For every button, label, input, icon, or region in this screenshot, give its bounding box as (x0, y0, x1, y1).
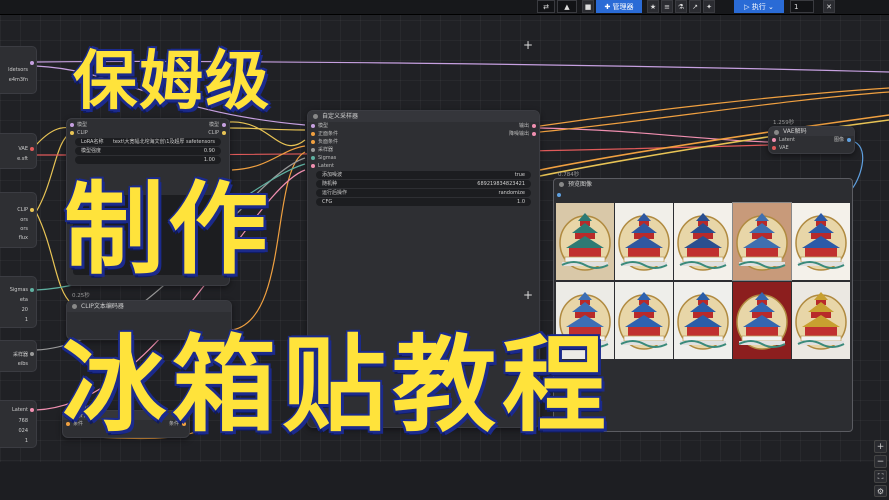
vae-decode-node[interactable]: VAE解码 Latent 图像 VAE (768, 126, 855, 154)
preview-thumbnail[interactable] (732, 202, 792, 281)
sigmas-output-pin[interactable] (30, 288, 34, 292)
overlay-title-line3: 冰箱贴教程 (60, 323, 613, 448)
vae-input-pin[interactable] (772, 146, 776, 150)
node-collapse-icon[interactable] (559, 182, 564, 187)
manager-button[interactable]: ✚ 管理器 (596, 0, 642, 13)
lora-name-widget[interactable]: LoRA名称 text\大宽幅北坨海文创\1及超厚 safetensors (75, 138, 221, 146)
negative-input-pin[interactable] (311, 140, 315, 144)
model-input-pin[interactable] (311, 124, 315, 128)
model-input-pin[interactable] (70, 123, 74, 127)
seed-input[interactable]: 随机种 689219834823421 (316, 180, 531, 188)
fit-view-icon[interactable]: ⛶ (874, 470, 887, 483)
images-input-pin[interactable] (557, 193, 561, 197)
preview-thumbnail[interactable] (733, 282, 791, 359)
zoom-in-button[interactable]: + (874, 440, 887, 453)
node-collapse-icon[interactable] (313, 114, 318, 119)
preview-thumbnail[interactable] (615, 282, 673, 359)
latent-input-pin[interactable] (311, 164, 315, 168)
bookmark-icon[interactable]: ■ (582, 0, 594, 13)
puzzle-icon: ✚ (604, 3, 611, 11)
clip-output-pin[interactable] (222, 131, 226, 135)
sampler-input-pin[interactable] (311, 148, 315, 152)
sampler-output-pin[interactable] (30, 352, 34, 356)
control-after-generate-select[interactable]: 运行后操作 randomize (316, 189, 531, 197)
cfg-input[interactable]: CFG 1.0 (316, 198, 531, 206)
preview-thumbnail[interactable] (674, 203, 732, 280)
stack-icon[interactable]: ≡ (661, 0, 673, 13)
output-pin[interactable] (532, 124, 536, 128)
run-button[interactable]: ▷ 执行 ⌄ (734, 0, 784, 13)
translate-icon[interactable]: ⇄ (537, 0, 555, 13)
settings-gear-icon[interactable]: ⚙ (874, 485, 887, 497)
sigmas-input-pin[interactable] (311, 156, 315, 160)
denoised-output-pin[interactable] (532, 132, 536, 136)
node-collapse-icon[interactable] (774, 130, 779, 135)
image-output-pin[interactable] (847, 138, 851, 142)
vae-loader-node[interactable]: VAE e.sft (0, 133, 37, 169)
latent-input-pin[interactable] (772, 138, 776, 142)
crosshair-cursor-icon: + (523, 38, 534, 52)
overlay-title-line1: 保姆级 (72, 44, 271, 121)
model-output-pin[interactable] (222, 123, 226, 127)
positive-input-pin[interactable] (311, 132, 315, 136)
wand-icon[interactable]: ⚗ (675, 0, 687, 13)
latent-output-pin[interactable] (30, 408, 34, 412)
model-loader-node[interactable]: ldetsors e4m3fn (0, 46, 37, 94)
add-noise-toggle[interactable]: 添加噪波 true (316, 171, 531, 179)
bottom-canvas-strip (0, 462, 889, 500)
node-timing-label: 1.259秒 (773, 120, 795, 126)
settings-icon[interactable]: ✦ (703, 0, 715, 13)
chevron-down-icon: ⌄ (767, 3, 774, 11)
preview-thumbnail[interactable] (674, 282, 732, 359)
share-icon[interactable]: ↗ (689, 0, 701, 13)
clip-output-pin[interactable] (30, 208, 34, 212)
zoom-out-button[interactable]: − (874, 455, 887, 468)
play-icon: ▷ (744, 3, 750, 11)
logo-icon[interactable]: ▲ (557, 0, 577, 13)
latent-node[interactable]: Latent 768 024 1 (0, 400, 37, 448)
node-graph-canvas[interactable]: ⇄ ▲ ■ ✚ 管理器 ★ ≡ ⚗ ↗ ✦ ▷ 执行 ⌄ 1 ✕ ldetsor… (0, 0, 889, 500)
clip-loader-node[interactable]: CLIP ors ors flux (0, 192, 37, 248)
top-toolbar: ⇄ ▲ ■ ✚ 管理器 ★ ≡ ⚗ ↗ ✦ ▷ 执行 ⌄ 1 ✕ (0, 0, 889, 15)
model-output-pin[interactable] (30, 61, 34, 65)
preview-thumbnail[interactable] (792, 282, 850, 359)
clip-input-pin[interactable] (70, 131, 74, 135)
node-timing-label: 0.784秒 (558, 172, 580, 178)
vae-output-pin[interactable] (30, 147, 34, 151)
preview-thumbnail[interactable] (556, 203, 614, 280)
sampler-select-node[interactable]: 采样器 eibs (0, 340, 37, 372)
run-count-input[interactable]: 1 (790, 0, 814, 13)
overlay-title-line2: 制作 (63, 170, 272, 290)
close-icon[interactable]: ✕ (823, 0, 835, 13)
preview-thumbnail[interactable] (792, 203, 850, 280)
preview-thumbnail[interactable] (615, 203, 673, 280)
star-icon[interactable]: ★ (647, 0, 659, 13)
sigmas-node[interactable]: Sigmas eta 20 1 (0, 276, 37, 328)
